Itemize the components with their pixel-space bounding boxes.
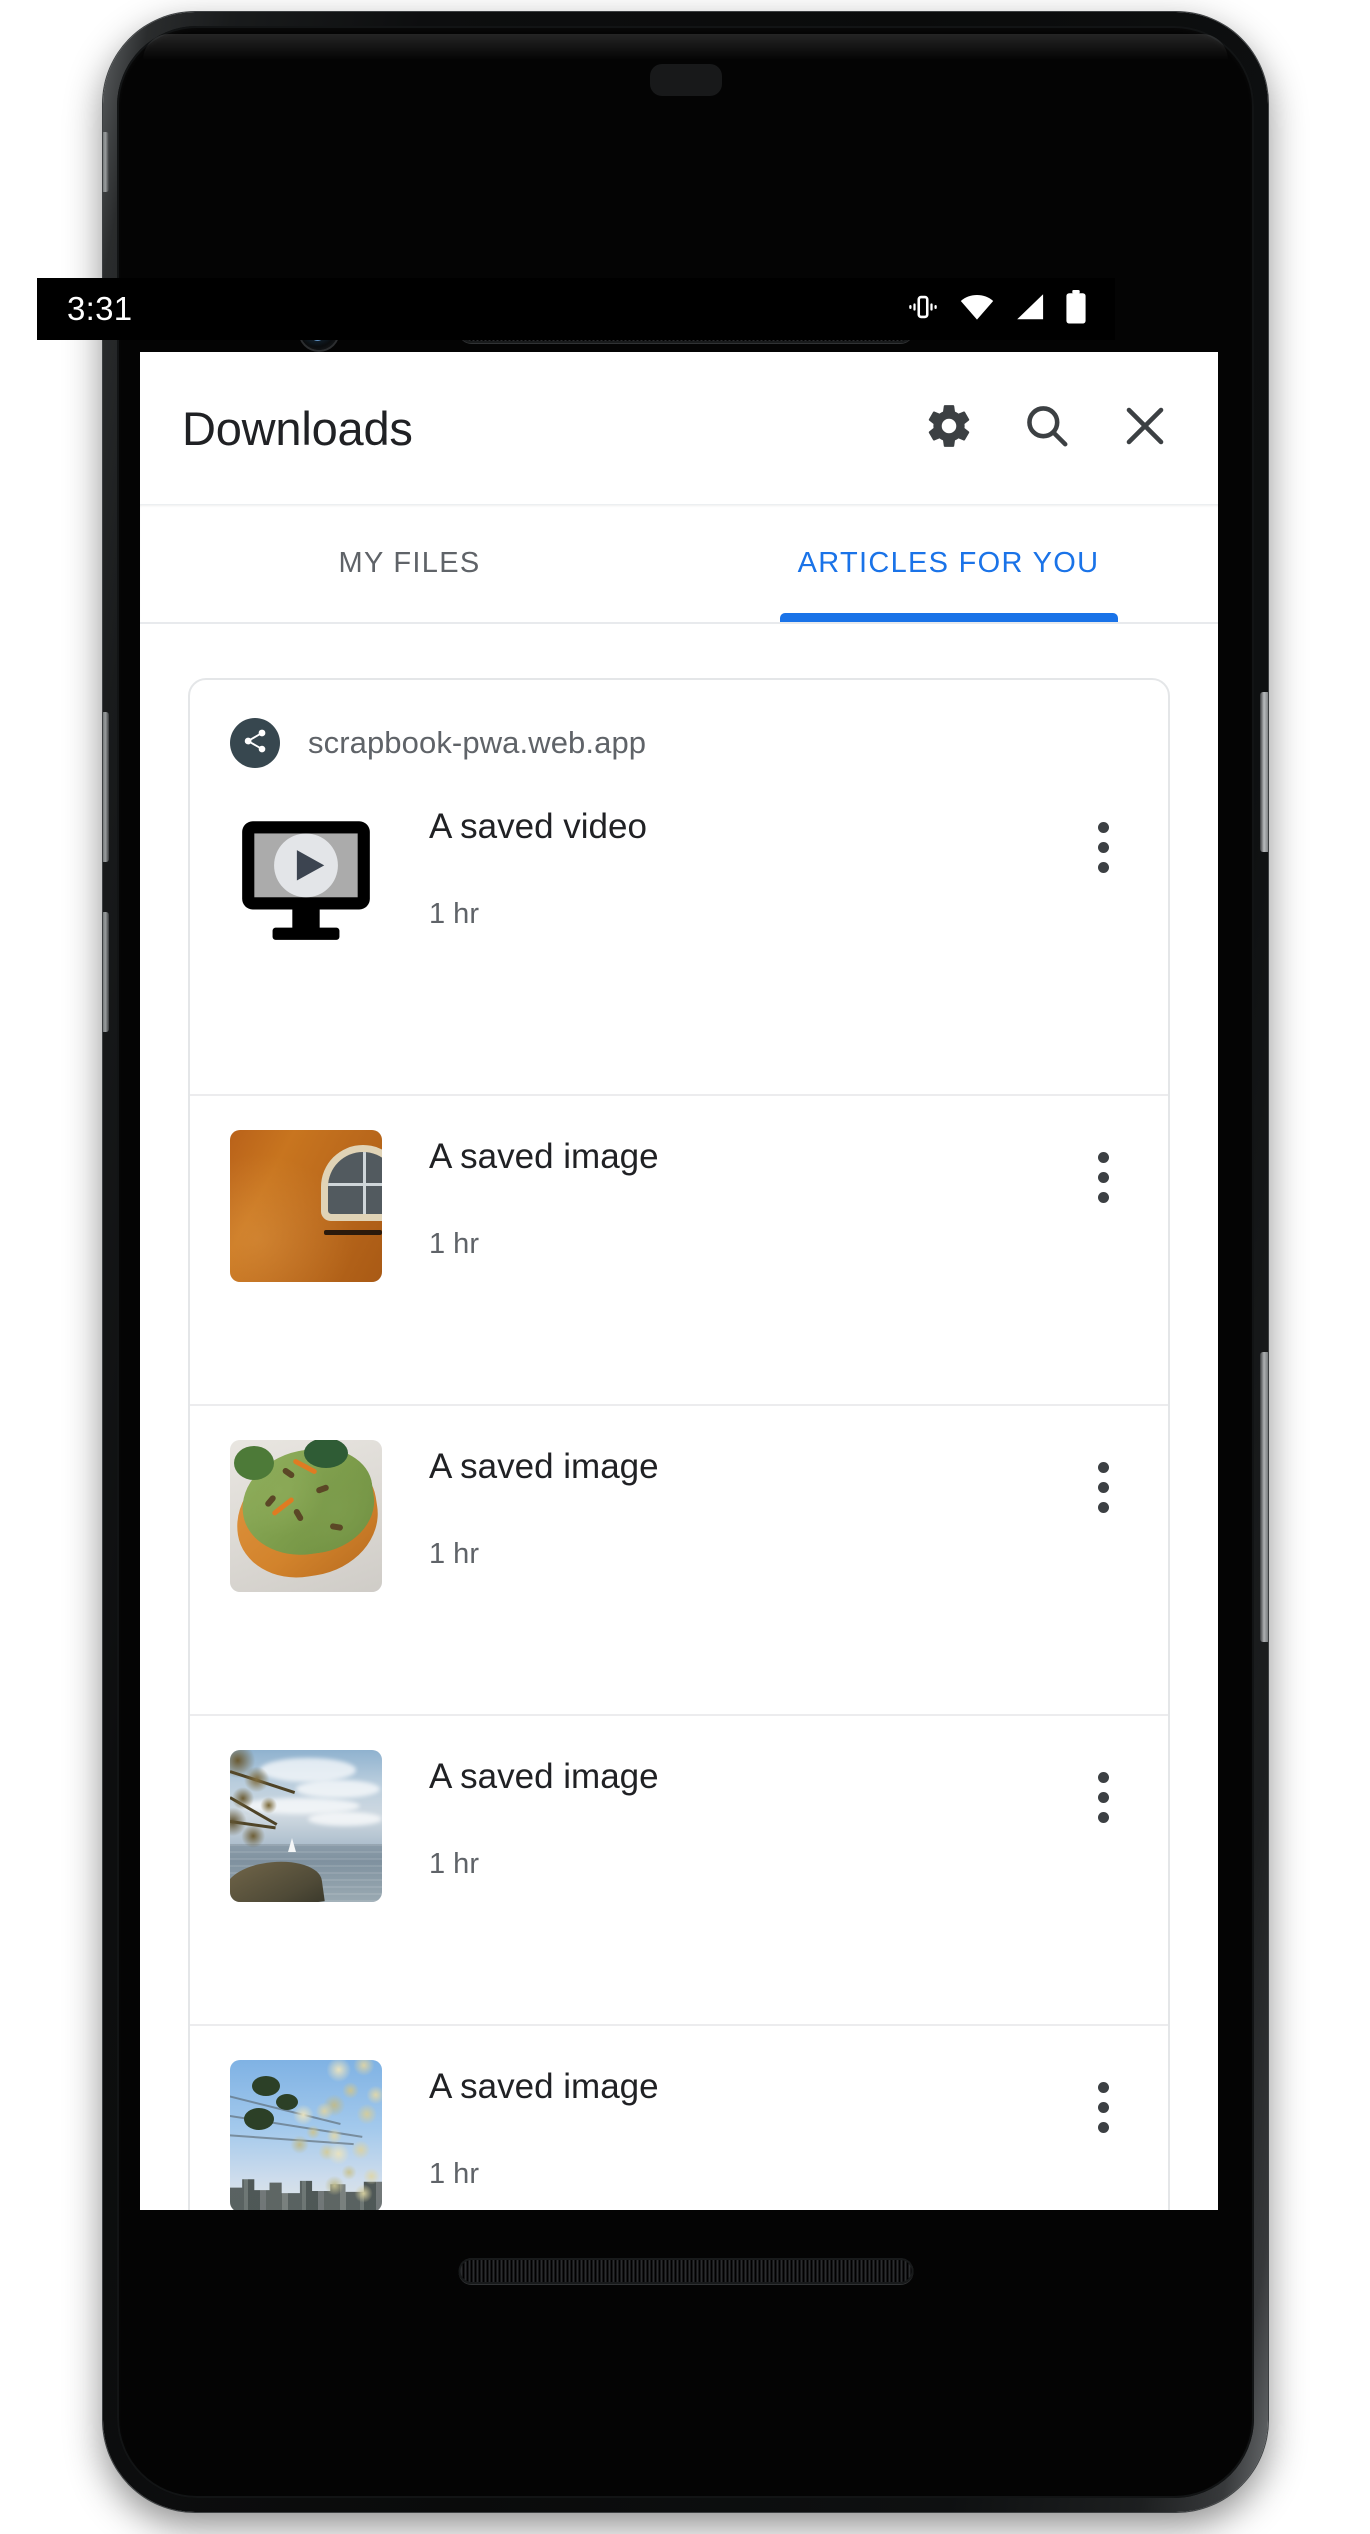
toolbar-actions: [920, 399, 1182, 457]
close-icon: [1119, 400, 1171, 457]
share-icon: [241, 727, 269, 760]
video-thumbnail: [230, 800, 382, 952]
tab-active-indicator: [779, 613, 1118, 622]
page-title: Downloads: [182, 401, 413, 455]
image-thumbnail: [230, 1750, 382, 1902]
dark-leaf: [252, 2076, 280, 2096]
dark-leaf: [276, 2094, 298, 2110]
wifi-icon: [959, 291, 995, 328]
list-item-title: A saved image: [429, 2067, 659, 2106]
garnish-leaf: [234, 1446, 274, 1480]
list-item[interactable]: A saved image 1 hr: [190, 1094, 1168, 1404]
screenshot-root: 3:31 Downloads MY FILES ARTICLES FOR YOU…: [0, 0, 1370, 2534]
overflow-menu-icon: [1097, 1171, 1109, 1183]
tab-my-files-label: MY FILES: [338, 547, 481, 579]
left-side-button-middle[interactable]: [103, 712, 109, 862]
image-thumbnail: [230, 1440, 382, 1592]
list-item[interactable]: A saved video 1 hr: [190, 784, 1168, 1094]
list-item[interactable]: A saved image 1 hr: [190, 1714, 1168, 2024]
battery-icon: [1065, 289, 1087, 329]
lake-sailboat-photo: [230, 1750, 382, 1902]
overflow-menu-icon: [1097, 841, 1109, 853]
tree-foliage: [230, 1750, 310, 1862]
status-bar: 3:31: [37, 278, 1115, 340]
orange-wall-photo: [230, 1130, 382, 1282]
articles-list-container: scrapbook-pwa.web.app A saved video 1 hr…: [140, 624, 1218, 2210]
overflow-menu-button[interactable]: [1068, 1452, 1138, 1522]
overflow-menu-icon: [1097, 1771, 1109, 1783]
list-item[interactable]: A saved image 1 hr: [190, 1404, 1168, 1714]
list-item-text: A saved image 1 hr: [382, 1432, 1068, 1571]
gear-icon: [924, 401, 974, 456]
proximity-sensor: [649, 64, 722, 96]
tab-bar: MY FILES ARTICLES FOR YOU: [140, 504, 1218, 622]
close-button[interactable]: [1116, 399, 1174, 457]
overflow-menu-button[interactable]: [1068, 1142, 1138, 1212]
app-toolbar: Downloads: [140, 352, 1218, 504]
left-side-button-bottom[interactable]: [103, 912, 109, 1032]
overflow-menu-button[interactable]: [1068, 812, 1138, 882]
avocado-toast-photo: [230, 1440, 382, 1592]
list-item-title: A saved image: [429, 1137, 659, 1176]
left-side-button-top[interactable]: [103, 132, 109, 192]
list-item-title: A saved video: [429, 807, 647, 846]
overflow-menu-button[interactable]: [1068, 2072, 1138, 2142]
list-item-title: A saved image: [429, 1757, 659, 1796]
status-bar-clock: 3:31: [67, 290, 133, 327]
site-badge: [230, 718, 280, 768]
wall-ledge: [324, 1230, 382, 1235]
volume-button[interactable]: [1260, 1352, 1268, 1642]
overflow-menu-icon: [1097, 1501, 1109, 1513]
overflow-menu-icon: [1097, 2121, 1109, 2133]
dark-leaf: [244, 2108, 274, 2130]
list-item-title: A saved image: [429, 1447, 659, 1486]
list-item-time: 1 hr: [429, 1228, 479, 1260]
tab-articles-for-you[interactable]: ARTICLES FOR YOU: [679, 505, 1218, 622]
overflow-menu-button[interactable]: [1068, 1762, 1138, 1832]
blossom-cluster: [320, 2138, 382, 2204]
vibrate-icon: [906, 290, 940, 329]
overflow-menu-icon: [1097, 1811, 1109, 1823]
settings-button[interactable]: [920, 399, 978, 457]
tab-my-files[interactable]: MY FILES: [140, 505, 679, 622]
list-item-text: A saved image 1 hr: [382, 1742, 1068, 1881]
site-url: scrapbook-pwa.web.app: [308, 725, 647, 760]
status-bar-icons: [906, 289, 1087, 329]
cloud: [308, 1812, 382, 1826]
list-item[interactable]: A saved image 1 hr: [190, 2024, 1168, 2210]
image-thumbnail: [230, 1130, 382, 1282]
image-thumbnail: [230, 2060, 382, 2210]
overflow-menu-icon: [1097, 1461, 1109, 1473]
overflow-menu-icon: [1097, 1151, 1109, 1163]
overflow-menu-icon: [1097, 861, 1109, 873]
overflow-menu-icon: [1097, 821, 1109, 833]
overflow-menu-icon: [1097, 2101, 1109, 2113]
bottom-speaker-grille: [458, 2258, 913, 2284]
list-item-time: 1 hr: [429, 1538, 479, 1570]
overflow-menu-icon: [1097, 1481, 1109, 1493]
search-button[interactable]: [1018, 399, 1076, 457]
list-item-time: 1 hr: [429, 1848, 479, 1880]
cellular-signal-icon: [1014, 292, 1046, 327]
blossoms-skyline-photo: [230, 2060, 382, 2210]
source-card: scrapbook-pwa.web.app A saved video 1 hr…: [188, 678, 1170, 2210]
search-icon: [1021, 400, 1073, 457]
overflow-menu-icon: [1097, 2081, 1109, 2093]
list-item-time: 1 hr: [429, 898, 479, 930]
app-screen: Downloads MY FILES ARTICLES FOR YOU scra…: [140, 352, 1218, 2210]
list-item-text: A saved image 1 hr: [382, 1122, 1068, 1261]
list-item-text: A saved video 1 hr: [382, 792, 1068, 931]
overflow-menu-icon: [1097, 1791, 1109, 1803]
list-item-text: A saved image 1 hr: [382, 2052, 1068, 2191]
overflow-menu-icon: [1097, 1191, 1109, 1203]
video-placeholder-icon: [242, 821, 370, 940]
arched-window: [328, 1152, 382, 1214]
card-header[interactable]: scrapbook-pwa.web.app: [190, 680, 1168, 784]
list-item-time: 1 hr: [429, 2158, 479, 2190]
power-button[interactable]: [1260, 692, 1268, 852]
tab-articles-for-you-label: ARTICLES FOR YOU: [797, 547, 1100, 579]
